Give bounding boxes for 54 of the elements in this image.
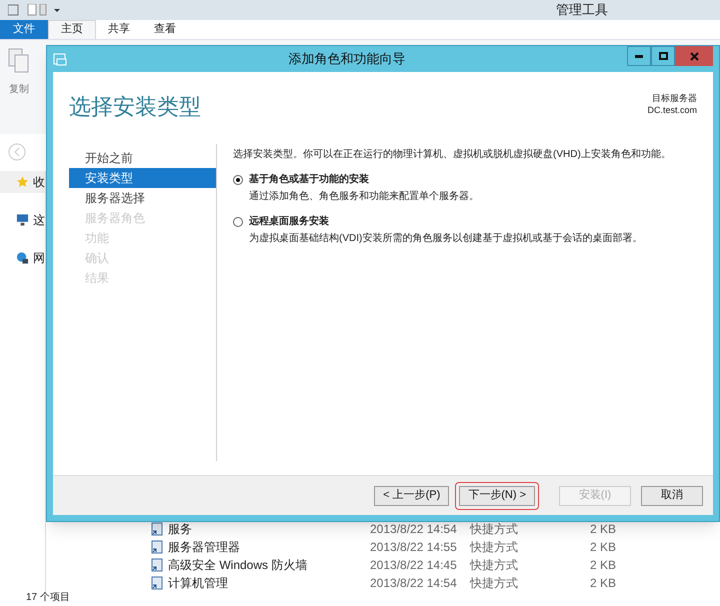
wizard-button[interactable]: 取消 (641, 486, 703, 506)
file-name[interactable]: 计算机管理 (168, 574, 228, 592)
option-label[interactable]: 远程桌面服务安装 (249, 214, 329, 229)
nav-item[interactable]: 收 (0, 171, 45, 194)
window-title: 管理工具 (556, 1, 608, 20)
target-server: DC.test.com (647, 104, 697, 116)
ribbon-tab[interactable]: 查看 (142, 20, 188, 39)
file-date: 2013/8/22 14:54 (370, 575, 458, 592)
file-size: 2 KB (590, 521, 616, 538)
file-type: 快捷方式 (470, 557, 519, 574)
dialog-title: 添加角色和功能向导 (288, 50, 406, 68)
option-description: 通过添加角色、角色服务和功能来配置单个服务器。 (248, 190, 480, 204)
wizard-step[interactable]: 服务器选择 (69, 188, 216, 208)
shortcut-icon (150, 576, 164, 590)
computer-icon (16, 213, 29, 228)
star-icon (16, 175, 29, 190)
close-icon (690, 52, 698, 60)
file-date: 2013/8/22 14:55 (370, 539, 458, 556)
option-label[interactable]: 基于角色或基于功能的安装 (249, 172, 369, 187)
wizard-button[interactable]: < 上一步(P) (374, 486, 450, 506)
file-size: 2 KB (590, 557, 616, 574)
ribbon-tab[interactable]: 共享 (96, 20, 142, 39)
radio-button[interactable] (233, 216, 243, 226)
copy-button[interactable]: 复制 (8, 48, 30, 97)
wizard-step[interactable]: 开始之前 (69, 148, 216, 168)
file-date: 2013/8/22 14:45 (370, 557, 458, 574)
file-name[interactable]: 高级安全 Windows 防火墙 (168, 556, 308, 574)
app-icon (53, 52, 67, 66)
file-name[interactable]: 服务 (168, 520, 192, 538)
file-size: 2 KB (590, 575, 616, 592)
minimize-button[interactable] (627, 46, 651, 66)
page-heading: 选择安装类型 (69, 93, 201, 121)
target-label: 目标服务器 (652, 92, 697, 104)
file-type: 快捷方式 (470, 575, 519, 592)
shortcut-icon (150, 522, 164, 536)
file-name[interactable]: 服务器管理器 (168, 538, 240, 556)
radio-button[interactable] (233, 174, 243, 184)
nav-item[interactable]: 网 (0, 247, 45, 270)
shortcut-icon (150, 558, 164, 572)
file-type: 快捷方式 (470, 539, 519, 556)
wizard-button[interactable]: 下一步(N) > (459, 486, 535, 506)
nav-item[interactable]: 这 (0, 209, 45, 232)
file-size: 2 KB (590, 539, 616, 556)
ribbon-tab[interactable]: 主页 (48, 20, 96, 39)
intro-text: 选择安装类型。你可以在正在运行的物理计算机、虚拟机或脱机虚拟硬盘(VHD)上安装角色和功能。 (233, 148, 672, 162)
status-text: 17 个项目 (26, 592, 70, 604)
shortcut-icon (150, 540, 164, 554)
wizard-step[interactable]: 安装类型 (69, 168, 216, 188)
network-icon (16, 251, 29, 266)
option-description: 为虚拟桌面基础结构(VDI)安装所需的角色服务以创建基于虚拟机或基于会话的桌面部署。 (248, 232, 644, 246)
file-type: 快捷方式 (470, 521, 519, 538)
close-button[interactable] (675, 46, 713, 66)
file-date: 2013/8/22 14:54 (370, 521, 458, 538)
file-tab[interactable]: 文件 (0, 20, 48, 39)
